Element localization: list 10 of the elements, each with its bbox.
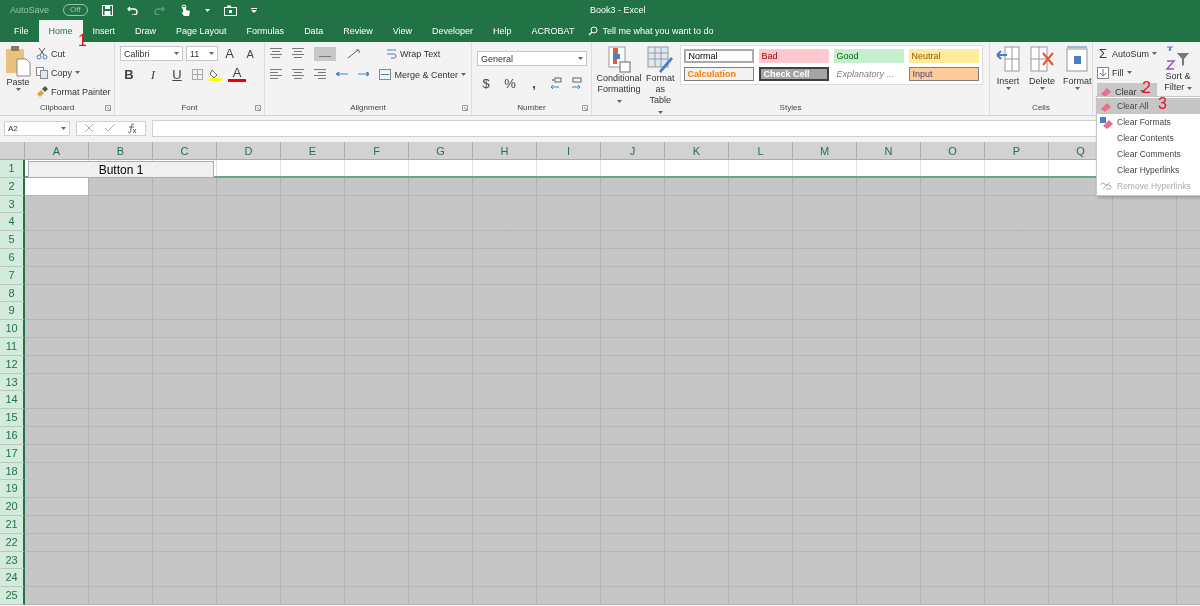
group-label: Clipboard [38,103,76,112]
annotation-number: 2 [1142,80,1151,96]
autosave-label: AutoSave [10,5,50,15]
group-label: Styles [778,103,803,112]
group-label: Cells [1031,103,1051,112]
group-label: Alignment [349,103,387,112]
group-label: Font [180,103,199,112]
annotation-number: 3 [1158,96,1167,112]
group-label: Number [516,103,547,112]
window-title: Book3 - Excel [590,5,646,15]
